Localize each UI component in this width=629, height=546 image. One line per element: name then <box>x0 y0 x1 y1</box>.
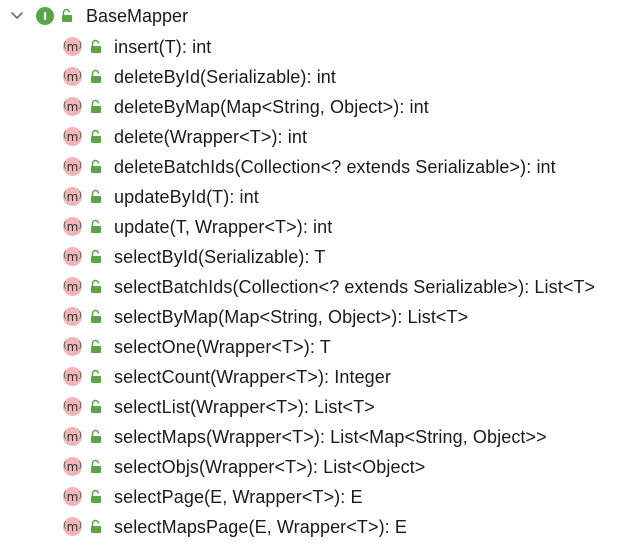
public-lock-icon <box>89 429 103 444</box>
method-icon: (m) <box>63 97 82 116</box>
method-row[interactable]: (m) selectPage(E, Wrapper<T>): E <box>0 482 629 512</box>
public-lock-icon <box>89 99 103 114</box>
method-row[interactable]: (m) selectBatchIds(Collection<? extends … <box>0 272 629 302</box>
method-signature: updateById(T): int <box>114 187 259 207</box>
method-row[interactable]: (m) selectByMap(Map<String, Object>): Li… <box>0 302 629 332</box>
method-icon: (m) <box>63 187 82 206</box>
method-signature: selectBatchIds(Collection<? extends Seri… <box>114 277 596 297</box>
method-row[interactable]: (m) deleteById(Serializable): int <box>0 62 629 92</box>
method-icon: (m) <box>63 397 82 416</box>
method-icon: (m) <box>63 337 82 356</box>
method-row[interactable]: (m) update(T, Wrapper<T>): int <box>0 212 629 242</box>
method-row[interactable]: (m) selectOne(Wrapper<T>): T <box>0 332 629 362</box>
structure-tree: I BaseMapper (m) insert(T): int (m) dele… <box>0 0 629 542</box>
method-signature: deleteByMap(Map<String, Object>): int <box>114 97 429 117</box>
method-signature: update(T, Wrapper<T>): int <box>114 217 333 237</box>
method-signature: selectMapsPage(E, Wrapper<T>): E <box>114 517 407 537</box>
method-signature: selectById(Serializable): T <box>114 247 326 267</box>
public-lock-icon <box>89 159 103 174</box>
method-icon: (m) <box>63 277 82 296</box>
method-signature: selectObjs(Wrapper<T>): List<Object> <box>114 457 426 477</box>
public-lock-icon <box>89 309 103 324</box>
method-signature: selectOne(Wrapper<T>): T <box>114 337 331 357</box>
method-icon: (m) <box>63 367 82 386</box>
method-signature: selectList(Wrapper<T>): List<T> <box>114 397 375 417</box>
method-signature: delete(Wrapper<T>): int <box>114 127 308 147</box>
public-lock-icon <box>89 69 103 84</box>
method-row[interactable]: (m) selectById(Serializable): T <box>0 242 629 272</box>
tree-node-basemapper[interactable]: I BaseMapper <box>0 0 629 32</box>
method-icon: (m) <box>63 127 82 146</box>
method-list: (m) insert(T): int (m) deleteById(Serial… <box>0 32 629 542</box>
method-signature: deleteBatchIds(Collection<? extends Seri… <box>114 157 556 177</box>
method-row[interactable]: (m) deleteBatchIds(Collection<? extends … <box>0 152 629 182</box>
method-signature: selectByMap(Map<String, Object>): List<T… <box>114 307 469 327</box>
method-signature: deleteById(Serializable): int <box>114 67 337 87</box>
method-row[interactable]: (m) selectMaps(Wrapper<T>): List<Map<Str… <box>0 422 629 452</box>
interface-name: BaseMapper <box>86 6 189 26</box>
public-lock-icon <box>89 339 103 354</box>
public-lock-icon <box>89 399 103 414</box>
method-icon: (m) <box>63 37 82 56</box>
method-signature: insert(T): int <box>114 37 212 57</box>
method-signature: selectMaps(Wrapper<T>): List<Map<String,… <box>114 427 547 447</box>
public-lock-icon <box>89 249 103 264</box>
method-icon: (m) <box>63 67 82 86</box>
method-icon: (m) <box>63 517 82 536</box>
method-signature: selectCount(Wrapper<T>): Integer <box>114 367 391 387</box>
method-icon: (m) <box>63 427 82 446</box>
method-icon: (m) <box>63 157 82 176</box>
method-icon: (m) <box>63 487 82 506</box>
public-lock-icon <box>89 129 103 144</box>
method-signature: selectPage(E, Wrapper<T>): E <box>114 487 363 507</box>
public-lock-icon <box>89 369 103 384</box>
method-row[interactable]: (m) selectObjs(Wrapper<T>): List<Object> <box>0 452 629 482</box>
public-lock-icon <box>60 8 74 23</box>
chevron-down-icon[interactable] <box>10 9 24 23</box>
public-lock-icon <box>89 189 103 204</box>
method-row[interactable]: (m) deleteByMap(Map<String, Object>): in… <box>0 92 629 122</box>
method-row[interactable]: (m) selectMapsPage(E, Wrapper<T>): E <box>0 512 629 542</box>
public-lock-icon <box>89 219 103 234</box>
method-row[interactable]: (m) delete(Wrapper<T>): int <box>0 122 629 152</box>
interface-icon: I <box>36 7 54 25</box>
method-icon: (m) <box>63 457 82 476</box>
method-row[interactable]: (m) selectCount(Wrapper<T>): Integer <box>0 362 629 392</box>
public-lock-icon <box>89 489 103 504</box>
method-icon: (m) <box>63 217 82 236</box>
public-lock-icon <box>89 39 103 54</box>
method-row[interactable]: (m) updateById(T): int <box>0 182 629 212</box>
method-row[interactable]: (m) selectList(Wrapper<T>): List<T> <box>0 392 629 422</box>
public-lock-icon <box>89 279 103 294</box>
method-row[interactable]: (m) insert(T): int <box>0 32 629 62</box>
method-icon: (m) <box>63 307 82 326</box>
public-lock-icon <box>89 519 103 534</box>
public-lock-icon <box>89 459 103 474</box>
method-icon: (m) <box>63 247 82 266</box>
